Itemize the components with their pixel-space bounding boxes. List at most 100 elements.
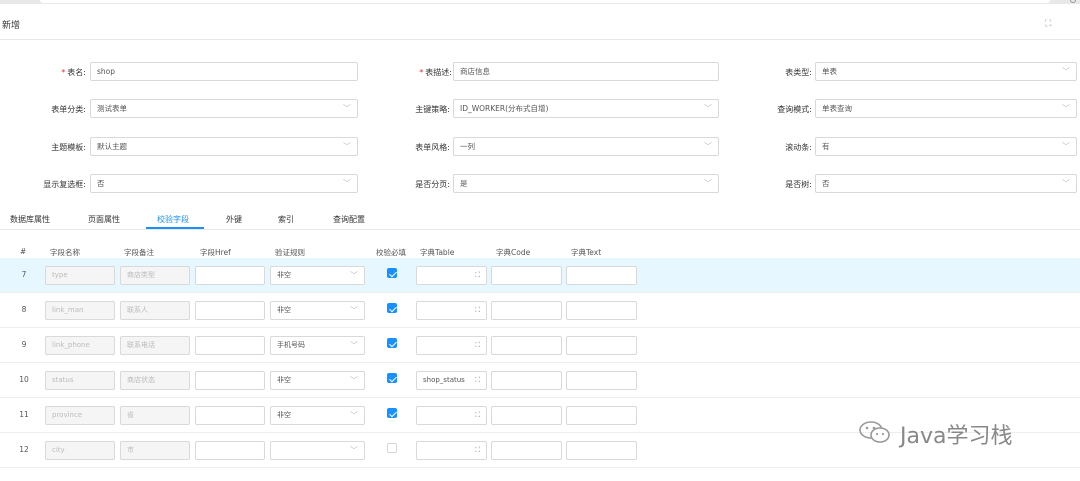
field-remark-input: 联系人 <box>120 301 190 320</box>
validation-rule-select[interactable]: 非空 ﹀ <box>270 301 365 320</box>
required-checkbox[interactable] <box>387 408 397 418</box>
chevron-down-icon: ﹀ <box>1062 179 1070 188</box>
row-index: 7 <box>21 270 27 279</box>
modal-header: 新增 ⛶ <box>0 4 1080 40</box>
browser-control-icon <box>1070 0 1076 3</box>
field-name-input: province <box>45 406 115 425</box>
required-checkbox[interactable] <box>387 443 397 453</box>
tab-indexes[interactable]: 索引 <box>278 214 294 225</box>
validation-rule-select[interactable]: 非空 ﹀ <box>270 266 365 285</box>
tab-query-config[interactable]: 查询配置 <box>333 214 365 225</box>
dict-table-input[interactable]: ⛶ <box>416 406 487 425</box>
tab-page-props[interactable]: 页面属性 <box>88 214 120 225</box>
required-checkbox[interactable] <box>387 373 397 383</box>
tab-database-props[interactable]: 数据库属性 <box>10 214 50 225</box>
row-index: 11 <box>19 410 29 419</box>
query-mode-label: 查询模式: <box>777 105 812 114</box>
field-remark-input: 市 <box>120 441 190 460</box>
required-checkbox[interactable] <box>387 303 397 313</box>
dict-code-input[interactable] <box>491 406 562 425</box>
table-name-input[interactable]: shop <box>90 62 358 81</box>
expand-icon[interactable]: ⛶ <box>475 442 480 459</box>
dict-table-input[interactable]: ⛶ <box>416 441 487 460</box>
dict-code-input[interactable] <box>491 266 562 285</box>
chevron-down-icon: ﹀ <box>704 104 712 113</box>
chevron-down-icon: ﹀ <box>343 142 351 151</box>
form-style-select[interactable]: 一列 ﹀ <box>453 137 719 156</box>
tab-validation-fields[interactable]: 校验字段 <box>157 214 189 225</box>
expand-icon[interactable]: ⛶ <box>475 267 480 284</box>
theme-template-label: 主题模板: <box>51 143 86 152</box>
scrollbar-label: 滚动条: <box>785 143 812 152</box>
dict-text-input[interactable] <box>566 336 637 355</box>
table-type-select[interactable]: 单表 ﹀ <box>815 62 1077 81</box>
is-tree-select[interactable]: 否 ﹀ <box>815 174 1077 193</box>
form-style-label: 表单风格: <box>415 143 450 152</box>
theme-template-select[interactable]: 默认主题 ﹀ <box>90 137 358 156</box>
validation-rule-select[interactable]: ﹀ <box>270 441 365 460</box>
tab-foreign-keys[interactable]: 外键 <box>226 214 242 225</box>
table-row: 10 status 商店状态 非空 ﹀ shop_status ⛶ <box>0 363 1080 398</box>
tab-bar: 数据库属性 页面属性 校验字段 外键 索引 查询配置 <box>0 206 1080 230</box>
validation-rule-select[interactable]: 非空 ﹀ <box>270 371 365 390</box>
field-href-input[interactable] <box>195 371 265 390</box>
dict-text-input[interactable] <box>566 266 637 285</box>
field-remark-input: 省 <box>120 406 190 425</box>
field-href-input[interactable] <box>195 301 265 320</box>
required-checkbox[interactable] <box>387 268 397 278</box>
chevron-down-icon: ﹀ <box>1062 104 1070 113</box>
col-header-field-name: 字段名称 <box>50 248 80 257</box>
dict-table-input[interactable]: ⛶ <box>416 301 487 320</box>
expand-icon[interactable]: ⛶ <box>475 372 480 389</box>
field-href-input[interactable] <box>195 406 265 425</box>
dict-text-input[interactable] <box>566 301 637 320</box>
wechat-logo-icon <box>859 421 890 443</box>
table-desc-label: * 表描述: <box>419 68 452 77</box>
col-header-dict-text: 字典Text <box>571 248 602 257</box>
paginate-select[interactable]: 是 ﹀ <box>453 174 719 193</box>
dict-code-input[interactable] <box>491 441 562 460</box>
modal-title: 新增 <box>2 21 21 31</box>
dict-text-input[interactable] <box>566 441 637 460</box>
col-header-index: # <box>20 247 27 256</box>
dict-code-input[interactable] <box>491 301 562 320</box>
field-name-input: city <box>45 441 115 460</box>
pk-strategy-select[interactable]: ID_WORKER(分布式自增) ﹀ <box>453 99 719 118</box>
field-href-input[interactable] <box>195 441 265 460</box>
field-href-input[interactable] <box>195 336 265 355</box>
field-name-input: status <box>45 371 115 390</box>
show-checkbox-label: 显示复选框: <box>43 180 86 189</box>
expand-icon[interactable]: ⛶ <box>475 302 480 319</box>
row-index: 8 <box>21 305 27 314</box>
dict-code-input[interactable] <box>491 336 562 355</box>
dict-code-input[interactable] <box>491 371 562 390</box>
table-type-label: 表类型: <box>785 68 812 77</box>
chevron-down-icon: ﹀ <box>1062 142 1070 151</box>
dict-table-input[interactable]: shop_status ⛶ <box>416 371 487 390</box>
chevron-down-icon: ﹀ <box>350 306 358 315</box>
dict-table-input[interactable]: ⛶ <box>416 266 487 285</box>
chevron-down-icon: ﹀ <box>704 142 712 151</box>
validation-rule-select[interactable]: 手机号码 ﹀ <box>270 336 365 355</box>
expand-icon[interactable]: ⛶ <box>1045 19 1051 29</box>
dict-table-input[interactable]: ⛶ <box>416 336 487 355</box>
dict-text-input[interactable] <box>566 406 637 425</box>
expand-icon[interactable]: ⛶ <box>475 337 480 354</box>
required-checkbox[interactable] <box>387 338 397 348</box>
dict-text-input[interactable] <box>566 371 637 390</box>
watermark-text: Java学习栈 <box>900 424 1013 449</box>
required-mark: * <box>61 68 66 77</box>
show-checkbox-select[interactable]: 否 ﹀ <box>90 174 358 193</box>
expand-icon[interactable]: ⛶ <box>475 407 480 424</box>
scrollbar-select[interactable]: 有 ﹀ <box>815 137 1077 156</box>
table-row: 8 link_man 联系人 非空 ﹀ ⛶ <box>0 293 1080 328</box>
col-header-field-remark: 字段备注 <box>124 248 154 257</box>
form-category-label: 表单分类: <box>51 105 86 114</box>
validation-rule-select[interactable]: 非空 ﹀ <box>270 406 365 425</box>
form-category-select[interactable]: 测试表单 ﹀ <box>90 99 358 118</box>
table-desc-input[interactable]: 商店信息 <box>453 62 719 81</box>
query-mode-select[interactable]: 单表查询 ﹀ <box>815 99 1077 118</box>
chevron-down-icon: ﹀ <box>343 179 351 188</box>
field-href-input[interactable] <box>195 266 265 285</box>
field-name-input: link_phone <box>45 336 115 355</box>
